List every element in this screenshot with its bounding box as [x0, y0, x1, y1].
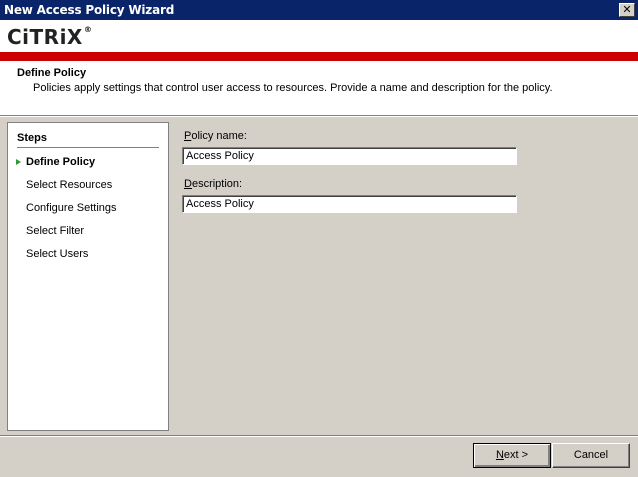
window-title: New Access Policy Wizard: [4, 3, 175, 17]
title-bar: New Access Policy Wizard ✕: [0, 0, 638, 20]
next-button[interactable]: Next >: [473, 443, 551, 468]
page-title: Define Policy: [17, 67, 87, 79]
step-define-policy[interactable]: Define Policy: [26, 156, 95, 168]
step-select-users[interactable]: Select Users: [26, 248, 88, 260]
step-select-resources[interactable]: Select Resources: [26, 179, 112, 191]
current-step-arrow-icon: [16, 159, 21, 165]
cancel-button[interactable]: Cancel: [552, 443, 630, 468]
page-description: Policies apply settings that control use…: [33, 82, 553, 94]
close-icon[interactable]: ✕: [619, 3, 635, 17]
step-select-filter[interactable]: Select Filter: [26, 225, 84, 237]
step-configure-settings[interactable]: Configure Settings: [26, 202, 117, 214]
citrix-logo: CiTRiX®: [7, 25, 93, 49]
description-input[interactable]: [182, 195, 517, 213]
brand-accent-bar: [0, 52, 638, 61]
policy-name-input[interactable]: [182, 147, 517, 165]
steps-panel: Steps Define Policy Select Resources Con…: [7, 122, 169, 431]
policy-name-label: Policy name:: [184, 130, 247, 142]
steps-divider: [17, 147, 159, 148]
page-header: Define Policy Policies apply settings th…: [0, 61, 638, 116]
description-label: Description:: [184, 178, 243, 190]
steps-heading: Steps: [17, 132, 47, 144]
